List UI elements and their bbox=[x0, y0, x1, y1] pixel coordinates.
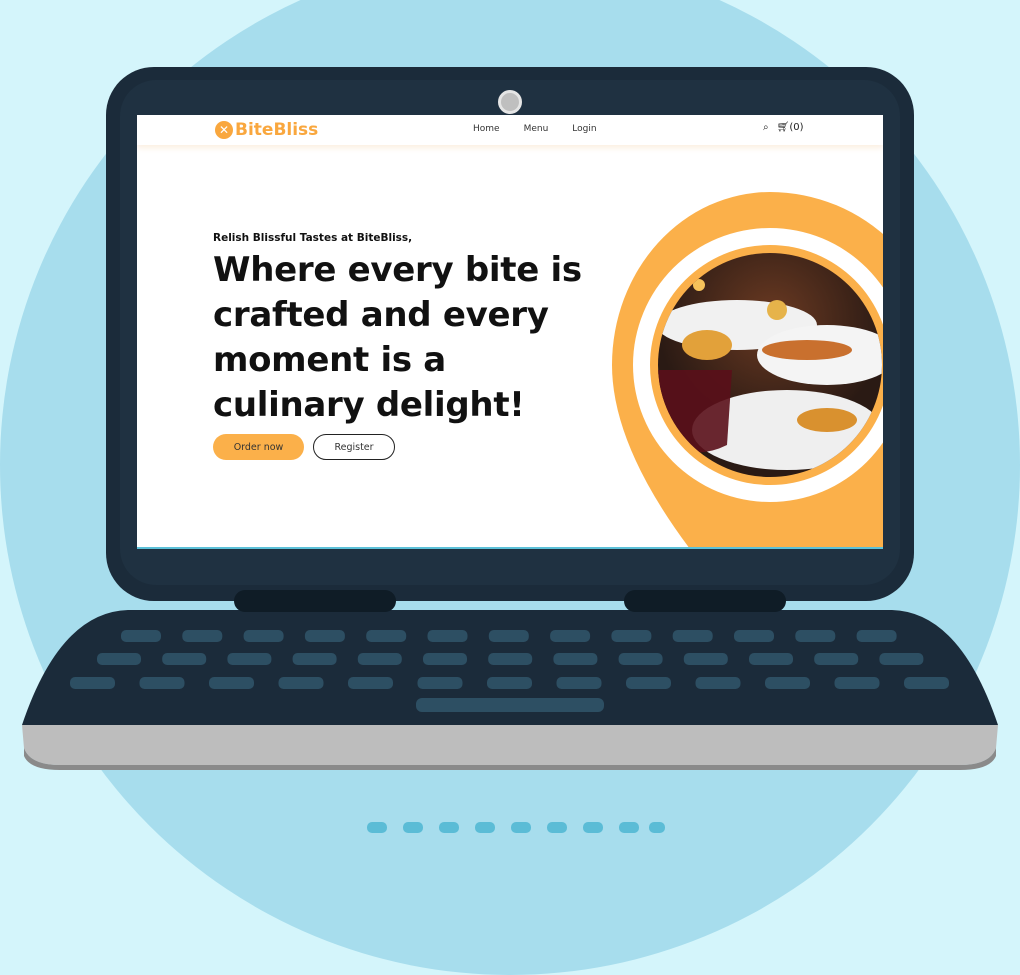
keyboard-key bbox=[348, 677, 393, 689]
keyboard-key bbox=[97, 653, 141, 665]
spacebar bbox=[416, 698, 604, 712]
keyboard-key bbox=[182, 630, 223, 642]
keyboard-key bbox=[243, 630, 284, 642]
website-screen: ✕ BiteBliss Home Menu Login ⌕ 🛒︎(0) Reli… bbox=[137, 115, 883, 549]
decorative-dot bbox=[511, 822, 531, 833]
keyboard-key bbox=[795, 630, 836, 642]
keyboard-key bbox=[683, 653, 728, 665]
keyboard-key bbox=[304, 630, 345, 642]
keyboard-key bbox=[814, 653, 859, 665]
keyboard-key bbox=[626, 677, 671, 689]
keyboard-key bbox=[611, 630, 652, 642]
decorative-dot bbox=[619, 822, 639, 833]
decorative-dot bbox=[649, 822, 665, 833]
hinge-left bbox=[234, 590, 396, 612]
hinge-right bbox=[624, 590, 786, 612]
keyboard-key bbox=[879, 653, 924, 665]
decorative-dot bbox=[403, 822, 423, 833]
keyboard-key bbox=[423, 653, 467, 665]
keyboard-key bbox=[618, 653, 663, 665]
decorative-dot bbox=[439, 822, 459, 833]
keyboard-key bbox=[553, 653, 598, 665]
keyboard-key bbox=[162, 653, 207, 665]
keyboard-key bbox=[749, 653, 793, 665]
hero-section: Relish Blissful Tastes at BiteBliss, Whe… bbox=[213, 232, 593, 460]
keyboard-key bbox=[139, 677, 185, 689]
order-now-button[interactable]: Order now bbox=[213, 434, 304, 460]
keyboard-key bbox=[357, 653, 402, 665]
keyboard-key bbox=[227, 653, 272, 665]
keyboard-key bbox=[550, 630, 591, 642]
register-button[interactable]: Register bbox=[313, 434, 395, 460]
keyboard-key bbox=[904, 677, 949, 689]
keyboard-key bbox=[487, 677, 532, 689]
keyboard-key bbox=[834, 677, 880, 689]
keyboard-key bbox=[765, 677, 810, 689]
webcam bbox=[498, 90, 522, 114]
keyboard-key bbox=[672, 630, 713, 642]
decorative-dot bbox=[583, 822, 603, 833]
keyboard-key bbox=[427, 630, 468, 642]
keyboard-key bbox=[366, 630, 407, 642]
keyboard-key bbox=[121, 630, 161, 642]
keyboard-key bbox=[734, 630, 774, 642]
keyboard-key bbox=[292, 653, 337, 665]
hero-tagline: Relish Blissful Tastes at BiteBliss, bbox=[213, 232, 413, 244]
hero-headline: Where every bite is crafted and every mo… bbox=[213, 250, 582, 425]
keyboard-key bbox=[556, 677, 602, 689]
keyboard-key bbox=[488, 630, 529, 642]
keyboard-key bbox=[695, 677, 741, 689]
keyboard-key bbox=[417, 677, 463, 689]
decorative-dot bbox=[475, 822, 495, 833]
keyboard-key bbox=[856, 630, 897, 642]
decorative-dot bbox=[367, 822, 387, 833]
decorative-dot bbox=[547, 822, 567, 833]
keyboard-key bbox=[278, 677, 324, 689]
keyboard-key bbox=[209, 677, 254, 689]
keyboard-key bbox=[70, 677, 115, 689]
keyboard-key bbox=[488, 653, 533, 665]
